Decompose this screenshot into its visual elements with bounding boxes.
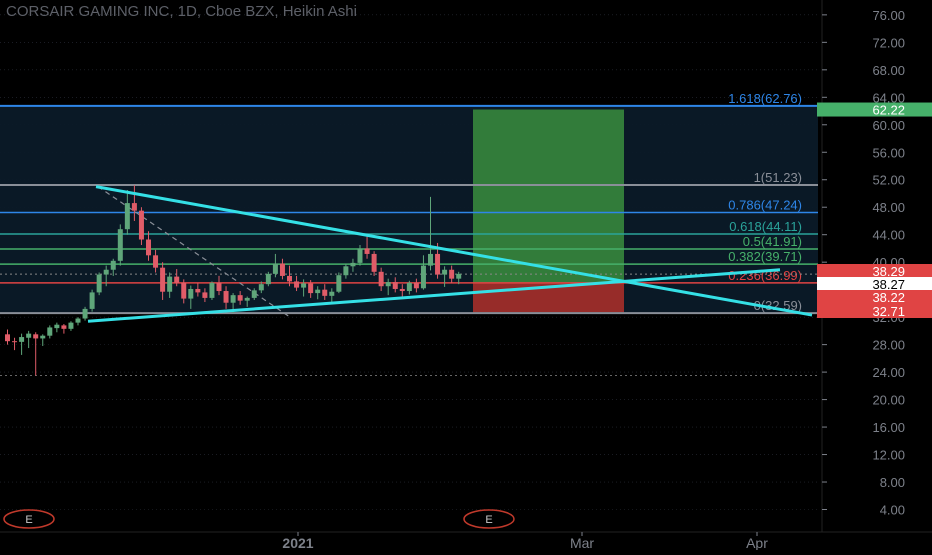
- candle-body-15: [110, 260, 116, 270]
- candle-body-13: [96, 274, 102, 293]
- candle-body-9: [68, 322, 74, 329]
- candle-body-11: [82, 308, 88, 319]
- chart-title: CORSAIR GAMING INC, 1D, Cboe BZX, Heikin…: [6, 3, 357, 20]
- y-tick-label-6: 52.00: [872, 173, 905, 188]
- candle-body-25: [181, 282, 187, 299]
- chart-root: 1.618(62.76) 1(51.23) 0.786(47.24) 0.618(44…: [0, 0, 932, 551]
- candle-body-57: [406, 282, 412, 292]
- candle-body-63: [449, 269, 455, 279]
- candle-body-58: [413, 282, 419, 289]
- fib-label-2: 0.786(47.24): [728, 197, 802, 212]
- candle-body-31: [223, 291, 229, 303]
- price-tag-text-0: 62.22: [872, 103, 905, 118]
- y-tick-label-4: 60.00: [872, 118, 905, 133]
- candle-body-29: [209, 282, 215, 298]
- candle-body-47: [336, 275, 342, 292]
- candle-body-16: [117, 229, 123, 261]
- candle-body-14: [103, 269, 109, 275]
- candle-body-7: [54, 324, 60, 329]
- y-tick-label-12: 28.00: [872, 338, 905, 353]
- candle-body-56: [399, 288, 405, 292]
- candle-body-59: [420, 265, 426, 289]
- candle-body-64: [456, 273, 462, 279]
- x-tick-label-0: 2021: [282, 535, 313, 550]
- candle-body-4: [33, 334, 39, 339]
- price-tag-text-4: 32.71: [872, 304, 905, 319]
- fib-label-0: 1.618(62.76): [728, 91, 802, 106]
- x-tick-label-2: Apr: [746, 535, 768, 550]
- candle-body-1: [12, 341, 18, 343]
- candle-body-36: [258, 284, 264, 291]
- earnings-marker-text-0: E: [25, 514, 32, 526]
- candle-body-50: [357, 248, 363, 263]
- candle-body-53: [378, 271, 384, 287]
- candle-body-6: [47, 327, 53, 336]
- y-tick-label-2: 68.00: [872, 63, 905, 78]
- y-tick-label-13: 24.00: [872, 365, 905, 380]
- candle-body-28: [202, 292, 208, 298]
- candle-body-8: [61, 325, 67, 329]
- candle-body-54: [385, 282, 391, 287]
- candle-body-2: [19, 337, 25, 342]
- candle-body-39: [279, 263, 285, 276]
- candle-body-37: [265, 273, 271, 285]
- fib-label-5: 0.382(39.71): [728, 249, 802, 264]
- time-axis-bg: [0, 532, 932, 550]
- y-tick-label-18: 4.00: [880, 503, 905, 518]
- candle-body-43: [308, 283, 314, 294]
- candle-body-42: [301, 283, 307, 288]
- candle-body-30: [216, 282, 222, 292]
- fib-label-1: 1(51.23): [754, 170, 802, 185]
- y-tick-label-15: 16.00: [872, 420, 905, 435]
- candle-body-35: [251, 290, 257, 298]
- candle-body-55: [392, 282, 398, 289]
- candle-body-5: [40, 335, 46, 339]
- candle-body-41: [294, 281, 300, 288]
- candle-body-44: [315, 289, 321, 294]
- candle-body-33: [237, 295, 243, 301]
- candle-body-52: [371, 253, 377, 272]
- y-tick-label-14: 20.00: [872, 393, 905, 408]
- candle-body-34: [244, 297, 250, 301]
- candle-body-61: [435, 253, 441, 275]
- candle-body-27: [195, 288, 201, 293]
- earnings-marker-text-1: E: [485, 514, 492, 526]
- y-tick-label-5: 56.00: [872, 145, 905, 160]
- candle-body-62: [442, 269, 448, 275]
- candle-body-24: [174, 276, 180, 283]
- candle-body-12: [89, 292, 95, 309]
- candle-body-45: [322, 289, 328, 296]
- candle-body-22: [160, 267, 166, 292]
- candle-body-18: [131, 203, 137, 211]
- y-tick-label-8: 44.00: [872, 228, 905, 243]
- fib-label-4: 0.5(41.91): [743, 234, 802, 249]
- candle-body-21: [153, 255, 159, 268]
- x-tick-label-1: Mar: [570, 535, 594, 550]
- candle-body-23: [167, 276, 173, 292]
- candle-body-20: [146, 239, 151, 256]
- fib-label-3: 0.618(44.11): [729, 219, 802, 234]
- candle-body-17: [124, 203, 130, 230]
- y-tick-label-16: 12.00: [872, 448, 905, 463]
- candle-body-40: [287, 275, 292, 282]
- candle-body-32: [230, 295, 236, 303]
- candle-body-46: [329, 291, 335, 296]
- y-tick-label-0: 76.00: [872, 8, 905, 23]
- candle-body-19: [138, 210, 144, 240]
- candle-body-3: [26, 333, 32, 338]
- y-tick-label-7: 48.00: [872, 200, 905, 215]
- price-tag-text-3: 38.22: [872, 290, 905, 305]
- candle-body-38: [272, 263, 278, 274]
- candle-body-60: [428, 253, 433, 266]
- candle-body-49: [350, 262, 356, 267]
- candle-body-0: [5, 334, 10, 342]
- candle-body-48: [343, 266, 349, 276]
- candle-body-51: [364, 248, 370, 254]
- candle-body-10: [75, 318, 81, 323]
- candle-body-26: [188, 288, 194, 299]
- y-tick-label-1: 72.00: [872, 35, 905, 50]
- y-tick-label-17: 8.00: [880, 475, 905, 490]
- chart-svg: 1.618(62.76) 1(51.23) 0.786(47.24) 0.618(44…: [0, 0, 932, 551]
